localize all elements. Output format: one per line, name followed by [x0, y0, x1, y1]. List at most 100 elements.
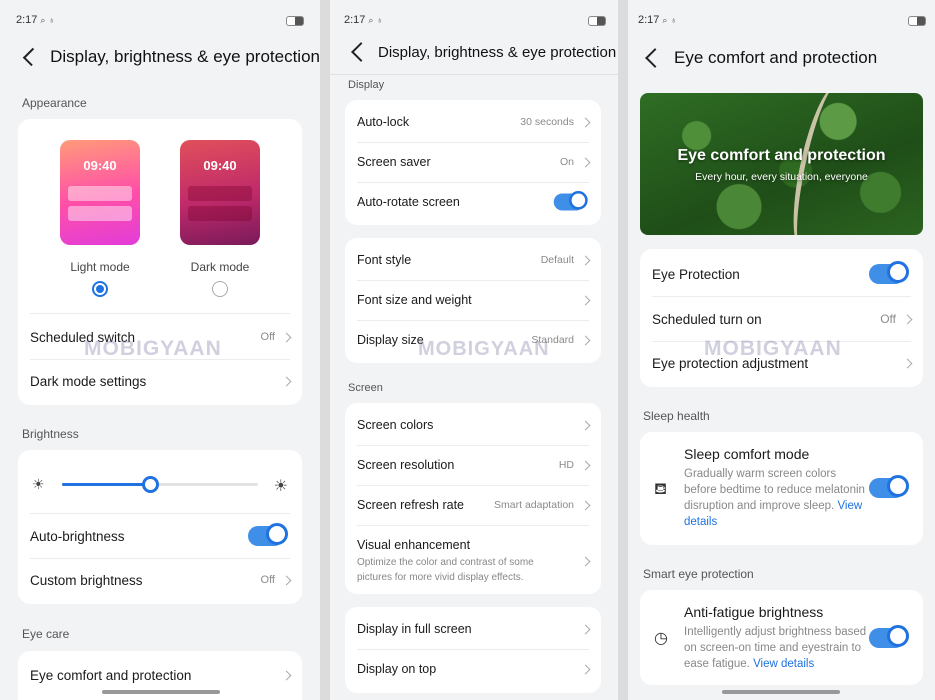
auto-lock-value: 30 seconds — [520, 116, 574, 128]
brightness-slider-thumb[interactable] — [142, 476, 160, 493]
back-arrow-icon[interactable] — [351, 42, 371, 62]
sleep-comfort-text: Sleep comfort mode Gradually warm screen… — [684, 446, 869, 530]
dark-mode-settings-row[interactable]: Dark mode settings — [18, 359, 302, 403]
dark-mode-radio[interactable] — [212, 281, 228, 297]
full-screen-row[interactable]: Display in full screen — [345, 609, 601, 649]
anti-fatigue-toggle[interactable] — [869, 625, 909, 648]
header: Display, brightness & eye protection — [0, 46, 320, 68]
divider — [30, 313, 290, 314]
dark-mode-settings-label: Dark mode settings — [30, 373, 147, 389]
status-time: 2:17 — [344, 14, 366, 26]
auto-rotate-toggle[interactable] — [553, 190, 588, 211]
chevron-right-icon — [281, 575, 292, 585]
anti-fatigue-label: Anti-fatigue brightness — [684, 604, 824, 620]
light-mode-radio[interactable] — [92, 281, 108, 297]
divider — [357, 525, 589, 526]
scheduled-switch-value: Off — [260, 331, 275, 343]
refresh-rate-row[interactable]: Screen refresh rate Smart adaptation — [345, 485, 601, 525]
anti-fatigue-text: Anti-fatigue brightness Intelligently ad… — [684, 604, 869, 672]
section-label-brightness: Brightness — [22, 427, 79, 441]
screen-saver-row[interactable]: Screen saver On — [345, 142, 601, 182]
notification-status-icon: ♁ — [48, 15, 56, 25]
auto-lock-row[interactable]: Auto-lock 30 seconds — [345, 102, 601, 142]
visual-enhancement-text: Visual enhancement Optimize the color an… — [357, 538, 582, 585]
refresh-rate-label: Screen refresh rate — [357, 498, 464, 512]
sleep-comfort-toggle[interactable] — [869, 475, 909, 498]
auto-brightness-row: Auto-brightness — [18, 514, 302, 558]
eye-comfort-label: Eye comfort and protection — [30, 667, 192, 683]
section-label-appearance: Appearance — [22, 96, 87, 110]
dark-mode-clock: 09:40 — [203, 158, 237, 173]
brightness-low-icon: ☀ — [32, 476, 45, 492]
full-screen-label: Display in full screen — [357, 622, 472, 636]
screen-resolution-row[interactable]: Screen resolution HD — [345, 445, 601, 485]
brightness-slider-fill — [62, 483, 151, 486]
on-top-row[interactable]: Display on top — [345, 649, 601, 689]
chevron-right-icon — [902, 314, 913, 324]
status-bar: 2:17 ⌕ ♁ — [638, 14, 677, 26]
section-label-smart-eye: Smart eye protection — [643, 567, 754, 581]
screen-colors-row[interactable]: Screen colors — [345, 405, 601, 445]
appearance-card: 09:40 09:40 Light mode Dark mode Schedul… — [18, 119, 302, 405]
header: Display, brightness & eye protection — [330, 41, 618, 63]
visual-enhancement-label: Visual enhancement — [357, 537, 471, 552]
screen-saver-label: Screen saver — [357, 155, 431, 169]
brightness-card: ☀ ☀ Auto-brightness Custom brightness Of… — [18, 450, 302, 604]
eye-protection-toggle[interactable] — [869, 261, 909, 284]
screen-card: Screen colors Screen resolution HD Scree… — [345, 403, 601, 594]
section-label-sleep-health: Sleep health — [643, 409, 710, 423]
screen-saver-value: On — [559, 156, 574, 168]
watermark: MOBIGYAAN — [418, 338, 550, 360]
preview-bar — [68, 186, 132, 201]
chevron-right-icon — [580, 556, 591, 566]
eye-protection-row: Eye Protection — [640, 252, 923, 296]
battery-icon — [588, 16, 606, 26]
font-style-row[interactable]: Font style Default — [345, 240, 601, 280]
status-bar: 2:17 ⌕ ♁ — [16, 14, 55, 26]
visual-enhancement-row[interactable]: Visual enhancement Optimize the color an… — [345, 531, 601, 591]
home-indicator[interactable] — [102, 690, 220, 694]
back-arrow-icon[interactable] — [22, 47, 42, 67]
light-mode-preview[interactable]: 09:40 — [60, 140, 140, 245]
light-mode-clock: 09:40 — [83, 158, 117, 173]
notification-status-icon: ♁ — [670, 15, 678, 25]
dark-mode-label: Dark mode — [190, 260, 250, 274]
brightness-slider[interactable] — [62, 476, 258, 493]
chevron-right-icon — [902, 358, 913, 368]
screen-resolution-value: HD — [558, 459, 574, 471]
header: Eye comfort and protection — [628, 47, 935, 69]
auto-brightness-toggle[interactable] — [248, 523, 288, 546]
anti-fatigue-view-details-link[interactable]: View details — [753, 658, 814, 670]
dark-mode-preview[interactable]: 09:40 — [180, 140, 260, 245]
clock-icon: ◷ — [654, 630, 668, 647]
scheduled-turn-on-row[interactable]: Scheduled turn on Off — [640, 297, 923, 341]
custom-brightness-value: Off — [260, 574, 275, 586]
home-indicator[interactable] — [722, 690, 840, 694]
display-card-3: Display in full screen Display on top — [345, 607, 601, 693]
visual-enhancement-desc: Optimize the color and contrast of some … — [357, 556, 534, 583]
header-divider — [330, 74, 618, 75]
chevron-right-icon — [580, 255, 591, 265]
screen-eye-comfort: 2:17 ⌕ ♁ Eye comfort and protection Eye … — [628, 0, 935, 700]
screen-display-brightness: 2:17 ⌕ ♁ Display, brightness & eye prote… — [0, 0, 320, 700]
section-label-eye-care: Eye care — [22, 627, 70, 641]
page-title: Eye comfort and protection — [674, 48, 878, 67]
chevron-right-icon — [580, 117, 591, 127]
page-title: Display, brightness & eye protection — [378, 43, 617, 61]
screen-colors-label: Screen colors — [357, 418, 434, 432]
scheduled-turn-on-value: Off — [880, 312, 896, 326]
custom-brightness-label: Custom brightness — [30, 572, 143, 588]
page-title: Display, brightness & eye protection — [50, 47, 320, 66]
chevron-right-icon — [580, 157, 591, 167]
auto-rotate-label: Auto-rotate screen — [357, 195, 460, 209]
font-size-row[interactable]: Font size and weight — [345, 280, 601, 320]
battery-icon — [286, 16, 304, 26]
anti-fatigue-card: ◷ Anti-fatigue brightness Intelligently … — [640, 590, 923, 685]
back-arrow-icon[interactable] — [645, 48, 665, 68]
auto-brightness-label: Auto-brightness — [30, 528, 125, 544]
auto-lock-label: Auto-lock — [357, 115, 410, 129]
banner-title: Eye comfort and protection — [677, 147, 886, 164]
custom-brightness-row[interactable]: Custom brightness Off — [18, 558, 302, 602]
eye-comfort-banner: Eye comfort and protection Every hour, e… — [640, 93, 923, 235]
scheduled-turn-on-label: Scheduled turn on — [652, 311, 762, 327]
